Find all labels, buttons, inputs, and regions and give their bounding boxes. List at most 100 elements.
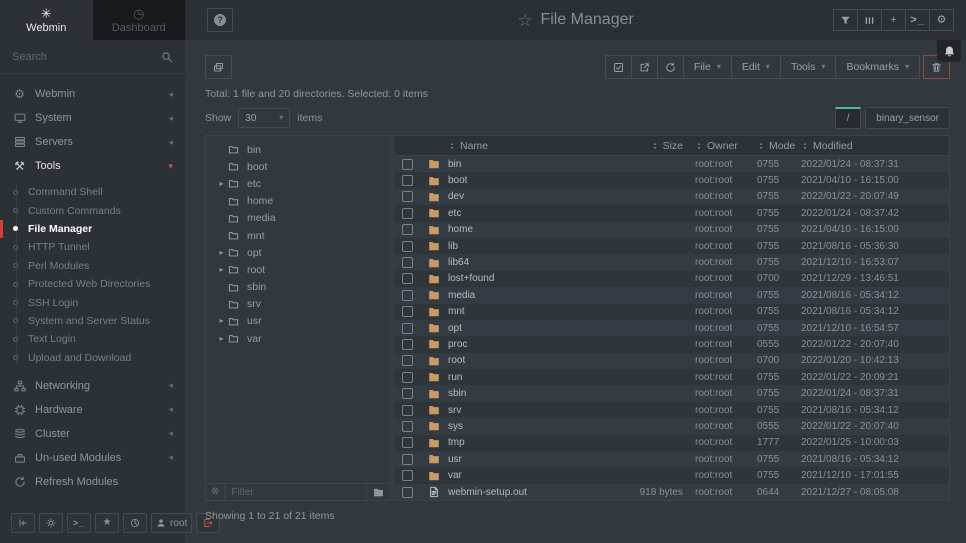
toolbar-menu-button[interactable]: Tools ▾ [780, 55, 837, 79]
tree-item[interactable]: ▸ etc [206, 175, 390, 192]
row-checkbox[interactable] [402, 470, 413, 481]
sidebar-category[interactable]: Cluster ◂ [0, 422, 185, 446]
sidebar-category[interactable]: Hardware ◂ [0, 398, 185, 422]
row-checkbox[interactable] [402, 454, 413, 465]
cell-name[interactable]: root [448, 355, 607, 366]
row-checkbox[interactable] [402, 487, 413, 498]
page-size-select[interactable]: 30 ▾ [238, 108, 290, 128]
shell-button[interactable]: >_ [67, 513, 91, 533]
cell-name[interactable]: usr [448, 454, 607, 465]
sidebar-subitem[interactable]: File Manager [0, 220, 185, 238]
root-path-button[interactable]: / [835, 107, 861, 129]
sidebar-category-tools[interactable]: ⚒ Tools ▾ [0, 154, 185, 178]
row-checkbox[interactable] [402, 159, 413, 170]
cell-name[interactable]: sys [448, 421, 607, 432]
row-checkbox[interactable] [402, 405, 413, 416]
tree-item[interactable]: ▸ boot [206, 158, 390, 175]
columns-button[interactable] [857, 9, 882, 31]
header-mode[interactable]: Mode [757, 140, 801, 152]
table-row[interactable]: root root:root 0700 2022/01/20 - 10:42:1… [394, 353, 949, 369]
expand-chevron-icon[interactable]: ▸ [215, 335, 228, 343]
cell-name[interactable]: media [448, 290, 607, 301]
cell-name[interactable]: boot [448, 175, 607, 186]
language-button[interactable] [123, 513, 147, 533]
expand-chevron-icon[interactable]: ▸ [215, 249, 228, 257]
row-checkbox[interactable] [402, 290, 413, 301]
sidebar-category[interactable]: ⚙ Webmin ◂ [0, 82, 185, 106]
row-checkbox[interactable] [402, 339, 413, 350]
sidebar-subitem[interactable]: System and Server Status [0, 312, 185, 330]
help-button[interactable]: ? [207, 8, 233, 32]
row-checkbox[interactable] [402, 372, 413, 383]
sidebar-subitem[interactable]: Custom Commands [0, 201, 185, 219]
table-row[interactable]: proc root:root 0555 2022/01/22 - 20:07:4… [394, 336, 949, 352]
tree-item[interactable]: ▸ srv [206, 296, 390, 313]
tree-item[interactable]: ▸ sbin [206, 279, 390, 296]
table-row[interactable]: usr root:root 0755 2021/08/16 - 05:34:12 [394, 451, 949, 467]
sidebar-subitem[interactable]: SSH Login [0, 293, 185, 311]
cell-name[interactable]: home [448, 224, 607, 235]
table-row[interactable]: lib root:root 0755 2021/08/16 - 05:36:30 [394, 238, 949, 254]
cell-name[interactable]: mnt [448, 306, 607, 317]
row-checkbox[interactable] [402, 241, 413, 252]
toolbar-menu-button[interactable]: Edit ▾ [731, 55, 781, 79]
folder-options-icon[interactable] [367, 487, 390, 498]
row-checkbox[interactable] [402, 208, 413, 219]
current-path-button[interactable]: binary_sensor [865, 107, 950, 129]
sidebar-subitem[interactable]: Upload and Download [0, 349, 185, 367]
tree-item[interactable]: ▸ media [206, 210, 390, 227]
table-row[interactable]: lib64 root:root 0755 2021/12/10 - 16:53:… [394, 254, 949, 270]
sidebar-category[interactable]: Un-used Modules ◂ [0, 446, 185, 470]
filter-input[interactable] [225, 487, 366, 498]
toolbar-menu-button[interactable]: File ▾ [683, 55, 732, 79]
new-tab-button[interactable]: + [881, 9, 906, 31]
copy-path-button[interactable] [205, 55, 232, 79]
sidebar-refresh-modules[interactable]: Refresh Modules [0, 470, 185, 494]
expand-chevron-icon[interactable]: ▸ [215, 266, 228, 274]
favorite-star-icon[interactable]: ☆ [517, 12, 532, 29]
table-row[interactable]: media root:root 0755 2021/08/16 - 05:34:… [394, 287, 949, 303]
table-row[interactable]: dev root:root 0755 2022/01/22 - 20:07:49 [394, 189, 949, 205]
toolbar-menu-button[interactable]: Bookmarks ▾ [835, 55, 920, 79]
header-owner[interactable]: Owner [695, 140, 757, 152]
table-row[interactable]: home root:root 0755 2021/04/10 - 16:15:0… [394, 222, 949, 238]
cell-name[interactable]: proc [448, 339, 607, 350]
cell-name[interactable]: webmin-setup.out [448, 487, 607, 498]
cell-name[interactable]: bin [448, 159, 607, 170]
expand-chevron-icon[interactable]: ▸ [215, 180, 228, 188]
tab-webmin[interactable]: ✳ Webmin [0, 0, 93, 40]
tab-dashboard[interactable]: ◷ Dashboard [93, 0, 186, 40]
favorites-button[interactable]: ★ [95, 513, 119, 533]
tree-item[interactable]: ▸ var [206, 330, 390, 347]
cell-name[interactable]: lib [448, 241, 607, 252]
row-checkbox[interactable] [402, 175, 413, 186]
table-row[interactable]: bin root:root 0755 2022/01/24 - 08:37:31 [394, 156, 949, 172]
table-row[interactable]: tmp root:root 1777 2022/01/25 - 10:00:03 [394, 435, 949, 451]
sidebar-subitem[interactable]: Text Login [0, 330, 185, 348]
row-checkbox[interactable] [402, 437, 413, 448]
cell-name[interactable]: lost+found [448, 273, 607, 284]
sidebar-category[interactable]: System ◂ [0, 106, 185, 130]
cell-name[interactable]: run [448, 372, 607, 383]
row-checkbox[interactable] [402, 388, 413, 399]
row-checkbox[interactable] [402, 191, 413, 202]
table-row[interactable]: var root:root 0755 2021/12/10 - 17:01:55 [394, 467, 949, 483]
tree-item[interactable]: ▸ root [206, 261, 390, 278]
sidebar-subitem[interactable]: HTTP Tunnel [0, 238, 185, 256]
row-checkbox[interactable] [402, 257, 413, 268]
row-checkbox[interactable] [402, 273, 413, 284]
collapse-sidebar-button[interactable] [11, 513, 35, 533]
table-row[interactable]: opt root:root 0755 2021/12/10 - 16:54:57 [394, 320, 949, 336]
tree-item[interactable]: ▸ mnt [206, 227, 390, 244]
table-row[interactable]: etc root:root 0755 2022/01/24 - 08:37:42 [394, 205, 949, 221]
cell-name[interactable]: srv [448, 405, 607, 416]
terminal-button[interactable]: >_ [905, 9, 930, 31]
table-row[interactable]: webmin-setup.out 918 bytes root:root 064… [394, 484, 949, 500]
settings-button[interactable]: ⚙ [929, 9, 954, 31]
export-button[interactable] [631, 55, 658, 79]
search-icon[interactable] [161, 51, 173, 63]
cell-name[interactable]: dev [448, 191, 607, 202]
clear-filter-icon[interactable]: ⊗ [206, 487, 224, 497]
refresh-list-button[interactable] [657, 55, 684, 79]
notifications-bell[interactable] [937, 40, 961, 62]
